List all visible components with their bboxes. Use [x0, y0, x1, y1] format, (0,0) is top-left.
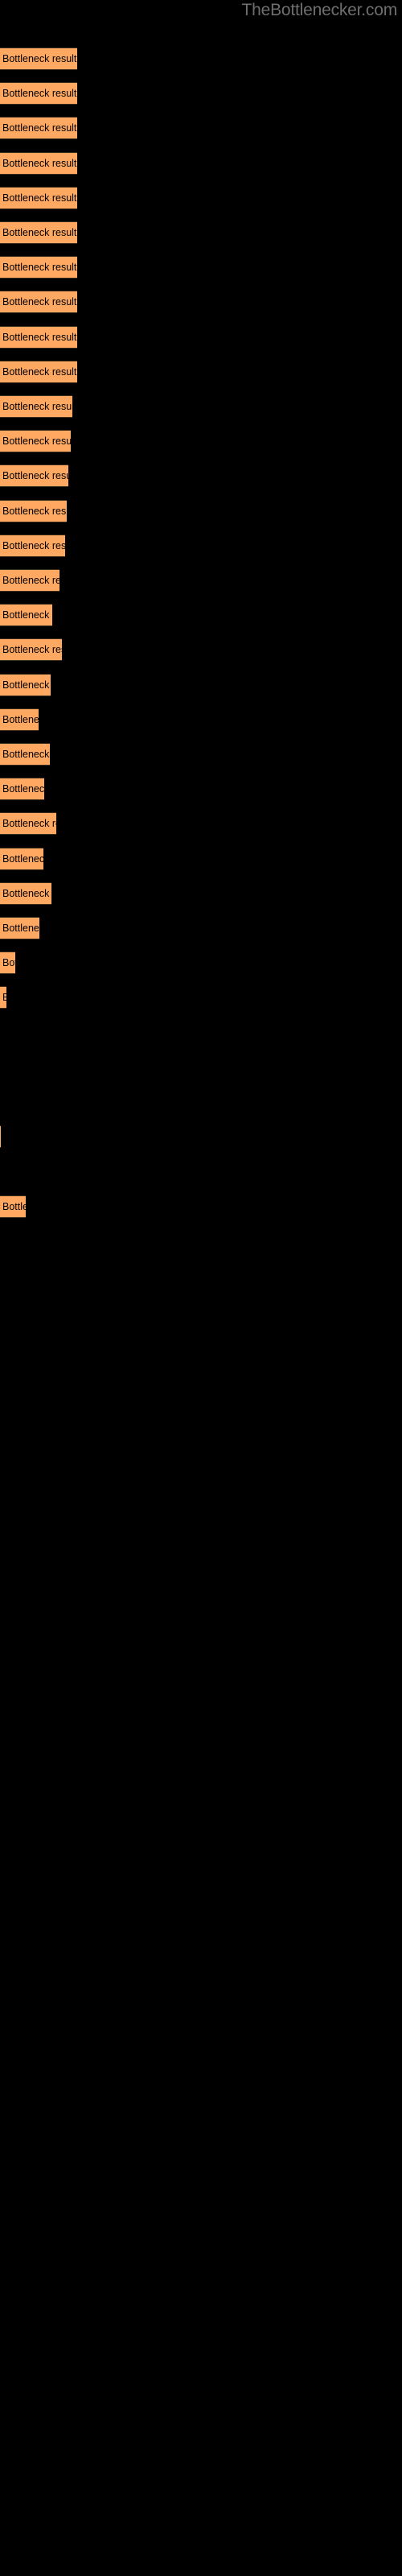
bar-label: Bottleneck result — [2, 574, 59, 586]
bar: Bottleneck result — [0, 291, 77, 314]
bar-label: Bottleneck result — [2, 400, 72, 412]
bar: Bottleneck result — [0, 604, 52, 627]
bar: Bottleneck result — [0, 847, 43, 870]
bar: Bottleneck result — [0, 638, 62, 662]
bar-label: Bottleneck result — [2, 818, 56, 830]
bar: Bottleneck result — [0, 82, 77, 105]
bar: Bottleneck result — [0, 778, 44, 801]
bar: Bottleneck result — [0, 812, 56, 836]
bar: Bottleneck result — [0, 673, 51, 696]
bar-label: Bottleneck result — [2, 261, 77, 273]
bar-label: Bottleneck result — [2, 470, 68, 482]
bar: Bottleneck result — [0, 464, 68, 488]
bar: Bottleneck result — [0, 117, 77, 140]
bottleneck-bar-chart: TheBottlenecker.com Bottleneck result Bot… — [0, 0, 402, 2576]
bar-label: Bottleneck result — [2, 887, 51, 899]
bar-label: Bottleneck result — [2, 192, 77, 204]
bar: Bottleneck result — [0, 151, 77, 175]
bar-label: Bottleneck result — [2, 782, 44, 795]
bar: Bottleneck result — [0, 952, 15, 975]
bar: Bottleneck result — [0, 256, 77, 279]
bar: Bottleneck result — [0, 569, 59, 592]
bar-label: Bottleneck result — [2, 52, 77, 64]
bar-label: Bottleneck result — [2, 505, 67, 517]
bar-label: Bottleneck result — [2, 226, 77, 238]
bar-label: Bottleneck result — [2, 365, 77, 378]
bar-label: Bottleneck result — [2, 922, 39, 934]
bar: Bottleneck result — [0, 708, 39, 731]
bar: Bottleneck result — [0, 743, 50, 766]
bar: Bottleneck result — [0, 47, 77, 70]
bar-label: Bottleneck result — [2, 713, 39, 725]
bar-label: Bottleneck result — [2, 157, 77, 169]
bar-label: Bottleneck result — [2, 609, 52, 621]
bar: Bottleneck result — [0, 221, 77, 244]
bar-label: Bottleneck result — [2, 993, 6, 1003]
bar: Bottleneck result — [0, 430, 71, 453]
bar: Bottleneck result — [0, 986, 6, 1009]
bar: Bottleneck result — [0, 1125, 1, 1149]
bar-label: Bottleneck result — [2, 296, 77, 308]
bar: Bottleneck result — [0, 360, 77, 383]
bar: Bottleneck result — [0, 186, 77, 209]
bar-series-layer: Bottleneck result Bottleneck result Bottle… — [0, 0, 402, 2576]
bar-label: Bottleneck result — [2, 331, 77, 343]
bar: Bottleneck result — [0, 1195, 26, 1218]
bar-label: Bottleneck result — [2, 644, 62, 656]
bar-label: Bottleneck result — [2, 748, 50, 760]
bar-label: Bottleneck result — [2, 87, 77, 99]
bar: Bottleneck result — [0, 499, 67, 522]
bar: Bottleneck result — [0, 325, 77, 349]
bar: Bottleneck result — [0, 917, 39, 939]
bar-label: Bottleneck result — [2, 435, 71, 447]
bar: Bottleneck result — [0, 395, 72, 418]
bar-label: Bottleneck result — [2, 956, 15, 968]
bar-label: Bottleneck result — [2, 122, 77, 134]
bar: Bottleneck result — [0, 881, 51, 905]
bar-label: Bottleneck result — [2, 679, 51, 691]
bar-label: Bottleneck result — [2, 852, 43, 865]
bar-label: Bottleneck result — [2, 1200, 26, 1212]
bar-label: Bottleneck result — [2, 539, 65, 551]
bar: Bottleneck result — [0, 534, 65, 557]
